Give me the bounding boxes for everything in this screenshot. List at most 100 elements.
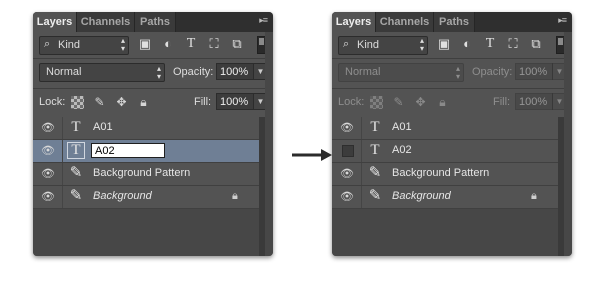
lock-all-icon[interactable]: 🔒︎ [137,96,150,109]
opacity-field[interactable]: 100% [216,63,254,80]
opacity-label: Opacity: [472,66,513,78]
lock-image-pixels-icon[interactable]: ✎ [392,96,405,109]
filter-kind-select[interactable]: ⌕ Kind ▴ ▾ [338,36,428,55]
divider [33,58,273,59]
brush-icon: ✎ [69,188,83,204]
tab-layers[interactable]: Layers [332,12,376,32]
type-filter-icon[interactable]: T [482,37,498,51]
layer-list: 👁︎ T A01 T A02 👁︎ ✎ Background Pattern 👁… [332,117,564,256]
layer-name: Background [392,190,451,202]
brush-icon: ✎ [368,188,382,204]
layer-name: Background Pattern [93,167,191,179]
layer-name: A01 [93,121,113,133]
visibility-off-box[interactable] [342,145,354,157]
lock-position-icon[interactable]: ✥ [115,96,128,109]
search-icon: ⌕ [44,38,51,50]
tab-paths[interactable]: Paths [434,12,475,32]
type-icon: T [370,142,380,158]
filter-kind-label: Kind [357,39,380,51]
type-icon: T [370,119,380,135]
layer-row[interactable]: 👁︎ ✎ Background Pattern [332,163,564,186]
arrow-right-icon [292,149,332,161]
lock-transparent-pixels-icon[interactable] [370,96,383,109]
divider [361,140,362,162]
lock-label: Lock: [338,96,365,108]
layer-rename-input[interactable]: A02 [91,143,165,158]
eye-icon[interactable]: 👁︎ [41,122,55,134]
fill-label: Fill: [194,96,212,108]
image-filter-icon[interactable]: ▣ [436,37,452,51]
opacity-label: Opacity: [173,66,214,78]
layer-row[interactable]: T A02 [332,140,564,163]
layer-name: Background [93,190,152,202]
lock-position-icon[interactable]: ✥ [414,96,427,109]
lock-image-pixels-icon[interactable]: ✎ [93,96,106,109]
layer-row[interactable]: 👁︎ T A01 [332,117,564,140]
layer-list: 👁︎ T A01 👁︎ T A02 👁︎ ✎ Background Patter… [33,117,265,256]
opacity-field[interactable]: 100% [515,63,553,80]
adjustment-filter-icon[interactable]: ◐ [459,37,475,51]
updown-arrows-icon: ▴ ▾ [120,36,125,53]
tab-layers[interactable]: Layers [33,12,77,32]
divider [62,140,63,162]
layer-row[interactable]: 👁︎ ✎ Background Pattern [33,163,265,186]
shape-filter-icon[interactable]: ⛶ [206,37,222,51]
panel-menu-icon[interactable]: ▸≡ [558,15,567,26]
adjustment-filter-icon[interactable]: ◐ [160,37,176,51]
fill-label: Fill: [493,96,511,108]
divider [33,88,273,89]
layer-row[interactable]: 👁︎ ✎ Background 🔒︎ [33,186,265,209]
filter-kind-select[interactable]: ⌕ Kind ▴ ▾ [39,36,129,55]
updown-arrows-icon: ▴ ▾ [419,36,424,53]
fill-field[interactable]: 100% [515,93,553,110]
layer-row[interactable]: 👁︎ T A01 [33,117,265,140]
fill-field[interactable]: 100% [216,93,254,110]
updown-arrows-icon: ▴ ▾ [455,64,460,81]
blend-mode-value: Normal [46,66,82,78]
image-filter-icon[interactable]: ▣ [137,37,153,51]
eye-icon[interactable]: 👁︎ [41,145,55,157]
eye-icon[interactable]: 👁︎ [340,191,354,203]
divider [361,117,362,139]
smart-object-filter-icon[interactable]: ⧉ [229,37,245,51]
lock-all-icon[interactable]: 🔒︎ [436,96,449,109]
eye-icon[interactable]: 👁︎ [340,122,354,134]
layers-panel-before: Layers Channels Paths ▸≡ ⌕ Kind ▴ ▾ ▣ ◐ T… [33,12,273,256]
lock-transparent-pixels-icon[interactable] [71,96,84,109]
blend-mode-select[interactable]: Normal ▴ ▾ [39,63,165,82]
lock-label: Lock: [39,96,66,108]
eye-icon[interactable]: 👁︎ [41,168,55,180]
panel-side-strip [265,32,273,256]
updown-arrows-icon: ▴ ▾ [156,64,161,81]
divider [62,186,63,208]
search-icon: ⌕ [343,38,350,50]
layer-row-selected[interactable]: 👁︎ T A02 [33,140,265,163]
filter-kind-label: Kind [58,39,81,51]
blend-mode-value: Normal [345,66,381,78]
brush-icon: ✎ [368,165,382,181]
blend-mode-select[interactable]: Normal ▴ ▾ [338,63,464,82]
tab-channels[interactable]: Channels [376,12,434,32]
eye-icon[interactable]: 👁︎ [340,168,354,180]
type-icon: T [71,119,81,135]
layers-panel-after: Layers Channels Paths ▸≡ ⌕ Kind ▴ ▾ ▣ ◐ T… [332,12,572,256]
panel-side-strip [564,32,572,256]
divider [62,117,63,139]
lock-icon: 🔒︎ [232,190,238,202]
panel-tab-bar: Layers Channels Paths ▸≡ [332,12,572,32]
panel-menu-icon[interactable]: ▸≡ [259,15,268,26]
eye-icon[interactable]: 👁︎ [41,191,55,203]
tab-channels[interactable]: Channels [77,12,135,32]
type-filter-icon[interactable]: T [183,37,199,51]
smart-object-filter-icon[interactable]: ⧉ [528,37,544,51]
layer-row[interactable]: 👁︎ ✎ Background 🔒︎ [332,186,564,209]
layer-name: A01 [392,121,412,133]
lock-icon: 🔒︎ [531,190,537,202]
panel-tab-bar: Layers Channels Paths ▸≡ [33,12,273,32]
divider [361,163,362,185]
divider [332,88,572,89]
shape-filter-icon[interactable]: ⛶ [505,37,521,51]
tab-paths[interactable]: Paths [135,12,176,32]
divider [361,186,362,208]
divider [332,58,572,59]
